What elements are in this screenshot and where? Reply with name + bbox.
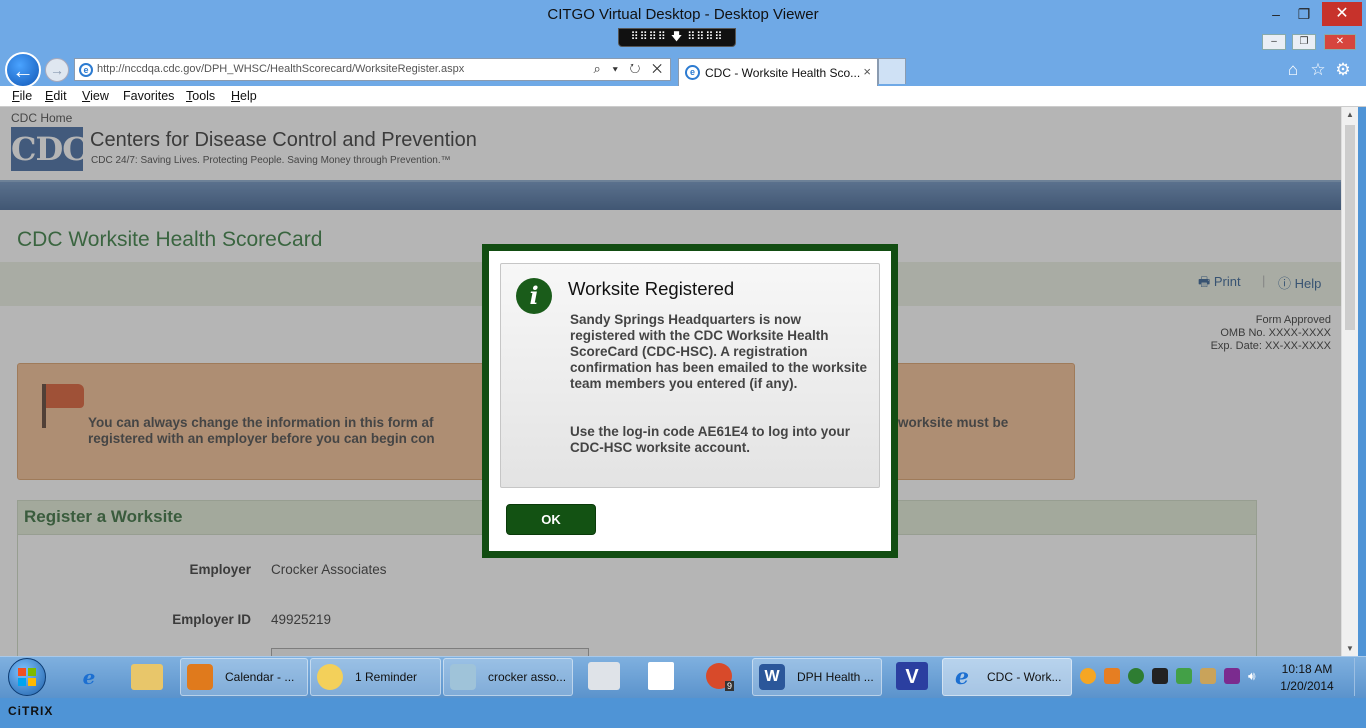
word-icon: W (759, 664, 785, 690)
vertical-scrollbar[interactable]: ▲ ▼ (1341, 107, 1358, 656)
viewer-minimize-button[interactable]: ‒ (1262, 4, 1290, 24)
scroll-down-icon[interactable]: ▼ (1346, 644, 1354, 653)
address-bar[interactable]: e http://nccdqa.cdc.gov/DPH_WHSC/HealthS… (74, 58, 671, 81)
outlook-icon (187, 664, 213, 690)
tray-tool-icon[interactable] (1200, 668, 1216, 684)
home-icon[interactable]: ⌂ (1283, 60, 1303, 80)
address-url[interactable]: http://nccdqa.cdc.gov/DPH_WHSC/HealthSco… (97, 63, 464, 75)
document-icon (450, 664, 476, 690)
citrix-logo: CiTRIX (8, 704, 54, 718)
bell-icon (317, 664, 343, 690)
show-desktop-button[interactable] (1354, 658, 1366, 696)
forward-button[interactable]: → (45, 58, 69, 82)
taskbar-item-reminder[interactable]: 1 Reminder (310, 658, 441, 696)
taskbar-item-dph-health[interactable]: W DPH Health ... (752, 658, 882, 696)
address-tools[interactable]: ⌕ ▾ ↻ ✕ (594, 61, 666, 77)
tray-check-icon[interactable] (1176, 668, 1192, 684)
scroll-up-icon[interactable]: ▲ (1346, 110, 1354, 119)
back-button[interactable]: ← (5, 52, 41, 88)
tab-title: CDC - Worksite Health Sco... (705, 66, 861, 80)
start-button[interactable] (8, 658, 46, 696)
system-clock[interactable]: 10:18 AM 1/20/2014 (1272, 661, 1342, 695)
blank-document-icon[interactable] (648, 662, 674, 690)
visio-icon[interactable]: V (896, 662, 928, 690)
tray-sync-icon[interactable] (1128, 668, 1144, 684)
browser-tab[interactable]: e CDC - Worksite Health Sco... × (678, 58, 878, 86)
clock-date: 1/20/2014 (1280, 679, 1334, 693)
tools-gear-icon[interactable]: ⚙ (1333, 60, 1353, 80)
ok-button[interactable]: OK (506, 504, 596, 535)
taskbar-item-calendar-label: Calendar - ... (225, 670, 295, 684)
viewer-title: CITGO Virtual Desktop - Desktop Viewer (547, 6, 819, 23)
tab-close-icon[interactable]: × (863, 64, 871, 79)
dialog-body: Sandy Springs Headquarters is now regist… (570, 312, 868, 391)
dialog-login-code: Use the log-in code AE61E4 to log into y… (570, 424, 851, 455)
taskbar-item-calendar[interactable]: Calendar - ... (180, 658, 308, 696)
menu-edit[interactable]: Edit (45, 89, 67, 103)
citrix-status-bar (0, 698, 1366, 728)
taskbar-item-cdc-work-label: CDC - Work... (987, 670, 1062, 684)
viewer-close-button[interactable]: ✕ (1322, 2, 1362, 26)
calculator-icon[interactable] (588, 662, 620, 690)
ie-close-button[interactable]: ✕ (1324, 34, 1356, 50)
viewer-restore-button[interactable]: ❐ (1290, 4, 1318, 24)
tray-citrix-icon[interactable] (1152, 668, 1168, 684)
ie-taskbar-icon: e (955, 664, 969, 690)
viewer-title-bar: CITGO Virtual Desktop - Desktop Viewer (0, 0, 1366, 30)
menu-view[interactable]: View (82, 89, 109, 103)
menu-favorites[interactable]: Favorites (123, 89, 174, 103)
dialog-title: Worksite Registered (568, 278, 735, 299)
tray-volume-icon[interactable]: 🔊︎ (1248, 668, 1264, 684)
new-tab-button[interactable] (878, 58, 906, 84)
taskbar-item-crocker-label: crocker asso... (488, 670, 567, 684)
scroll-thumb[interactable] (1345, 125, 1355, 330)
menu-bar: File Edit View Favorites Tools Help (0, 86, 1366, 107)
tray-onenote-icon[interactable] (1224, 668, 1240, 684)
taskbar-item-reminder-label: 1 Reminder (355, 670, 418, 684)
ie-tab-icon: e (685, 65, 700, 80)
menu-help[interactable]: Help (231, 89, 257, 103)
citrix-toolbar-grip[interactable]: ⠿⠿⠿⠿ 🡇 ⠿⠿⠿⠿ (618, 28, 736, 47)
menu-tools[interactable]: Tools (186, 89, 215, 103)
favorites-star-icon[interactable]: ☆ (1308, 60, 1328, 80)
taskbar-item-cdc-work[interactable]: e CDC - Work... (942, 658, 1072, 696)
ie-pinned-icon[interactable]: e (73, 662, 105, 692)
taskbar-item-dph-health-label: DPH Health ... (797, 670, 874, 684)
app-badge: 9 (725, 681, 735, 691)
ie-restore-button[interactable]: ❐ (1292, 34, 1316, 50)
menu-file[interactable]: File (12, 89, 32, 103)
ie-minimize-button[interactable]: – (1262, 34, 1286, 50)
file-explorer-icon[interactable] (131, 664, 163, 690)
tray-update-icon[interactable] (1080, 668, 1096, 684)
tray-office-icon[interactable] (1104, 668, 1120, 684)
ie-page-icon: e (79, 63, 93, 77)
clock-time: 10:18 AM (1281, 662, 1333, 676)
info-icon: i (516, 278, 552, 314)
taskbar-item-crocker[interactable]: crocker asso... (443, 658, 573, 696)
windows-logo-icon (18, 668, 36, 686)
